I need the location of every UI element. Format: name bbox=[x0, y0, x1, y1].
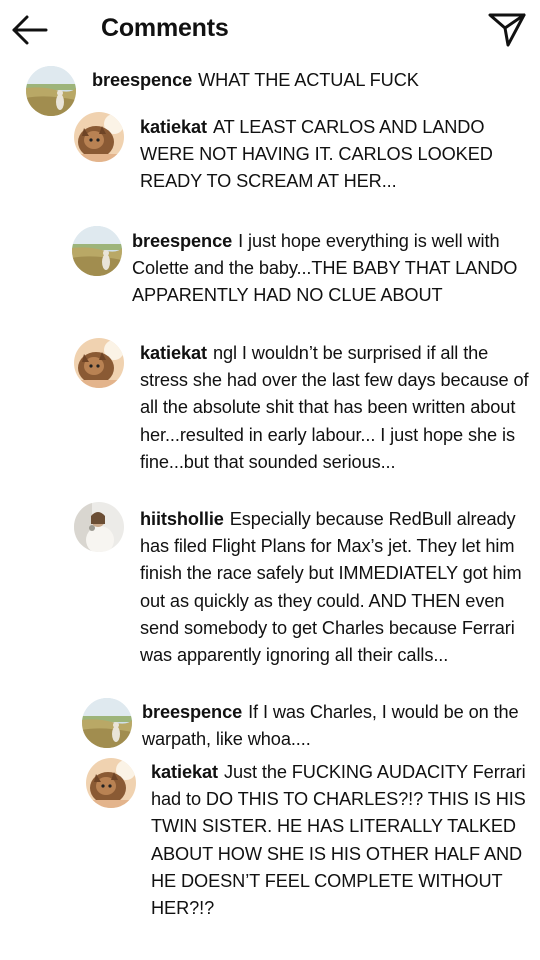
comment-username[interactable]: breespence bbox=[92, 70, 192, 90]
cat-avatar-icon bbox=[86, 758, 136, 808]
back-button[interactable] bbox=[10, 12, 52, 48]
landscape-avatar-icon bbox=[72, 226, 122, 276]
comment-body: Especially because RedBull already has f… bbox=[140, 509, 522, 666]
comment-username[interactable]: breespence bbox=[142, 702, 242, 722]
avatar[interactable] bbox=[82, 698, 132, 748]
cat-avatar-icon bbox=[74, 112, 124, 162]
comment-text: breespence I just hope everything is well… bbox=[132, 228, 527, 310]
avatar[interactable] bbox=[72, 226, 122, 276]
comment-username[interactable]: katiekat bbox=[151, 762, 218, 782]
comment-username[interactable]: hiitshollie bbox=[140, 509, 224, 529]
comment-body: Just the FUCKING AUDACITY Ferrari had to… bbox=[151, 762, 526, 919]
landscape-avatar-icon bbox=[26, 66, 76, 116]
comment-text: katiekat AT LEAST CARLOS AND LANDO WERE N… bbox=[140, 114, 530, 196]
top-bar: Comments bbox=[0, 0, 540, 60]
landscape-avatar-icon bbox=[82, 698, 132, 748]
paper-plane-icon bbox=[488, 13, 526, 47]
comment-text: katiekat ngl I wouldn’t be surprised if a… bbox=[140, 340, 530, 476]
comment-text: breespence WHAT THE ACTUAL FUCK bbox=[92, 67, 522, 94]
avatar[interactable] bbox=[74, 112, 124, 162]
comment-username[interactable]: breespence bbox=[132, 231, 232, 251]
avatar[interactable] bbox=[74, 338, 124, 388]
comment-username[interactable]: katiekat bbox=[140, 343, 207, 363]
comment-text: katiekat Just the FUCKING AUDACITY Ferrar… bbox=[151, 759, 531, 922]
avatar[interactable] bbox=[26, 66, 76, 116]
page-title: Comments bbox=[101, 14, 229, 42]
arrow-left-icon bbox=[12, 15, 48, 45]
comment-username[interactable]: katiekat bbox=[140, 117, 207, 137]
comment-text: hiitshollie Especially because RedBull al… bbox=[140, 506, 530, 669]
share-button[interactable] bbox=[486, 10, 528, 48]
person-avatar-icon bbox=[74, 502, 124, 552]
comment-body: WHAT THE ACTUAL FUCK bbox=[198, 70, 419, 90]
cat-avatar-icon bbox=[74, 338, 124, 388]
avatar[interactable] bbox=[74, 502, 124, 552]
avatar[interactable] bbox=[86, 758, 136, 808]
comment-text: breespence If I was Charles, I would be o… bbox=[142, 699, 522, 753]
